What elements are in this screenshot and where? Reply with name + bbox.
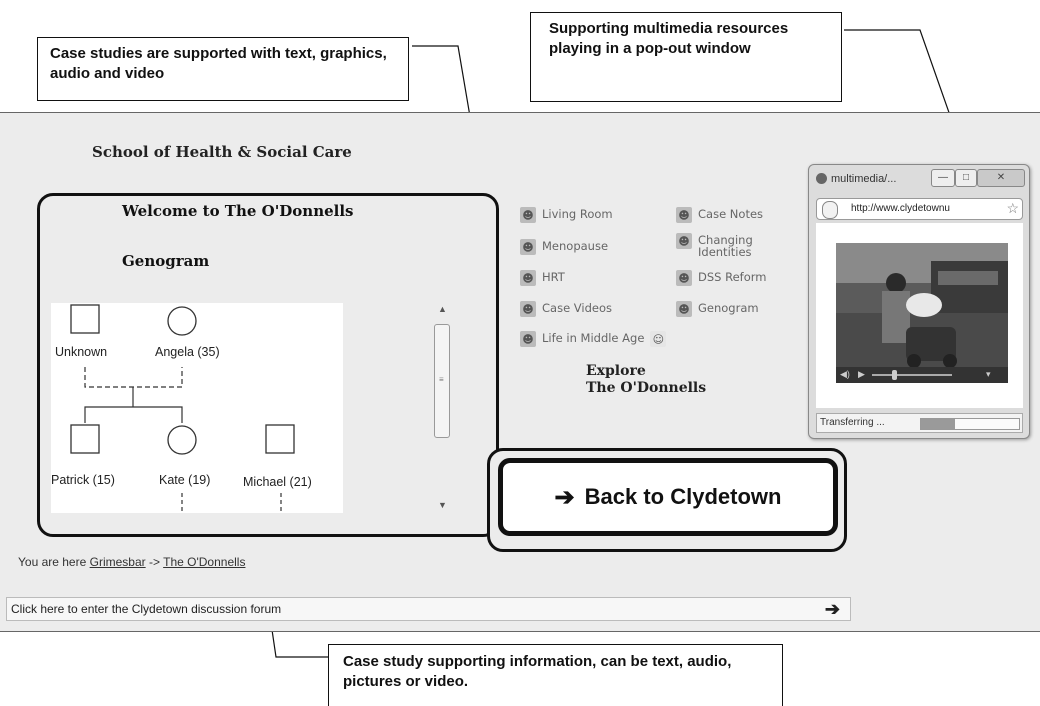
- person-icon: ☻: [520, 270, 536, 286]
- close-button[interactable]: ✕: [977, 169, 1025, 187]
- school-title: School of Health & Social Care: [92, 143, 352, 161]
- scroll-down-icon[interactable]: ▼: [438, 500, 447, 510]
- popup-status-text: Transferring ...: [820, 417, 885, 428]
- genogram-label-angela: Angela (35): [155, 345, 220, 359]
- page-icon: [822, 201, 838, 219]
- welcome-heading: Welcome to The O'Donnells: [122, 202, 354, 220]
- fullscreen-icon[interactable]: ▾: [986, 369, 991, 380]
- male-node-unknown: [70, 304, 100, 334]
- breadcrumb: You are here Grimesbar -> The O'Donnells: [18, 555, 245, 569]
- breadcrumb-link-grimesbar[interactable]: Grimesbar: [90, 555, 146, 569]
- link-case-videos[interactable]: ☻ Case Videos: [520, 301, 612, 317]
- breadcrumb-separator: ->: [148, 555, 160, 569]
- maximize-button[interactable]: □: [955, 169, 977, 187]
- back-button-label: Back to Clydetown: [584, 484, 782, 509]
- explore-heading: Explore The O'Donnells: [586, 363, 706, 397]
- genogram-label-michael: Michael (21): [243, 475, 312, 489]
- popup-status-bar: Transferring ...: [816, 413, 1023, 433]
- scroll-up-icon[interactable]: ▲: [438, 304, 447, 314]
- male-node-patrick: [70, 424, 100, 454]
- multimedia-popup-window[interactable]: multimedia/... — □ ✕ http://www.clydetow…: [808, 164, 1030, 439]
- play-icon[interactable]: ▶: [858, 369, 865, 380]
- person-icon: ☻: [676, 233, 692, 249]
- popup-address-bar[interactable]: http://www.clydetownu ☆: [816, 198, 1023, 220]
- genogram-panel: Unknown Angela (35) Patrick (15) Kate (1…: [51, 303, 343, 513]
- genogram-label-kate: Kate (19): [159, 473, 211, 487]
- link-living-room[interactable]: ☻ Living Room: [520, 207, 613, 223]
- person-icon: ☻: [676, 301, 692, 317]
- link-life-in-middle-age[interactable]: ☻ Life in Middle Age ☺: [520, 331, 667, 347]
- breadcrumb-prefix: You are here: [18, 555, 87, 569]
- callout-multimedia-text: Supporting multimedia resources playing …: [549, 20, 789, 57]
- person-icon: ☻: [520, 207, 536, 223]
- male-node-michael: [265, 424, 295, 454]
- star-icon[interactable]: ☆: [1006, 200, 1019, 217]
- callout-supporting-info: Case study supporting information, can b…: [328, 644, 783, 706]
- female-node-angela: [167, 306, 197, 336]
- person-icon: ☻: [676, 207, 692, 223]
- forum-link-text: Click here to enter the Clydetown discus…: [11, 602, 282, 616]
- genogram-heading: Genogram: [122, 252, 210, 270]
- explore-line-1: Explore: [586, 363, 646, 379]
- volume-icon[interactable]: ◀): [840, 369, 850, 380]
- scroll-thumb[interactable]: ≡: [434, 324, 450, 438]
- video-player[interactable]: ◀) ▶ ▾: [836, 243, 1008, 383]
- popup-title: multimedia/...: [831, 173, 897, 185]
- minimize-button[interactable]: —: [931, 169, 955, 187]
- person-icon: ☻: [520, 331, 536, 347]
- progress-bar: [920, 418, 1020, 430]
- link-menopause[interactable]: ☻ Menopause: [520, 239, 608, 255]
- popup-url: http://www.clydetownu: [851, 203, 950, 214]
- link-changing-identities[interactable]: ☻ Changing Identities: [676, 233, 778, 258]
- female-node-kate: [167, 425, 197, 455]
- breadcrumb-link-odonnells[interactable]: The O'Donnells: [163, 555, 245, 569]
- video-frame: [836, 243, 1008, 367]
- link-case-notes[interactable]: ☻ Case Notes: [676, 207, 763, 223]
- genogram-label-unknown: Unknown: [55, 345, 108, 359]
- callout-supporting-info-text: Case study supporting information, can b…: [343, 653, 732, 690]
- genogram-label-patrick: Patrick (15): [51, 473, 115, 487]
- forum-link-bar[interactable]: Click here to enter the Clydetown discus…: [6, 597, 851, 621]
- link-hrt[interactable]: ☻ HRT: [520, 270, 565, 286]
- arrow-right-icon: ➔: [554, 483, 575, 511]
- link-dss-reform[interactable]: ☻ DSS Reform: [676, 270, 766, 286]
- person-icon: ☻: [676, 270, 692, 286]
- callout-case-studies-text: Case studies are supported with text, gr…: [50, 45, 387, 82]
- person-icon: ☻: [520, 301, 536, 317]
- callout-multimedia: Supporting multimedia resources playing …: [530, 12, 842, 102]
- explore-line-2: The O'Donnells: [586, 380, 707, 396]
- case-study-frame: Welcome to The O'Donnells Genogram Unkno…: [37, 193, 499, 537]
- person-icon: ☻: [520, 239, 536, 255]
- link-genogram[interactable]: ☻ Genogram: [676, 301, 759, 317]
- browser-icon: [816, 173, 827, 184]
- back-to-clydetown-button[interactable]: ➔ Back to Clydetown: [498, 458, 838, 536]
- seek-handle[interactable]: [892, 370, 897, 380]
- grip-icon: ≡: [439, 375, 444, 384]
- arrow-right-icon: ➔: [824, 599, 840, 619]
- seek-slider[interactable]: [872, 374, 952, 376]
- video-controls[interactable]: ◀) ▶ ▾: [836, 367, 1008, 383]
- progress-fill: [921, 419, 956, 429]
- genogram-scrollbar[interactable]: ▲ ≡ ▼: [434, 304, 452, 512]
- person-outline-icon: ☺: [650, 331, 667, 347]
- popup-page: ◀) ▶ ▾: [816, 223, 1023, 408]
- callout-case-studies: Case studies are supported with text, gr…: [37, 37, 409, 101]
